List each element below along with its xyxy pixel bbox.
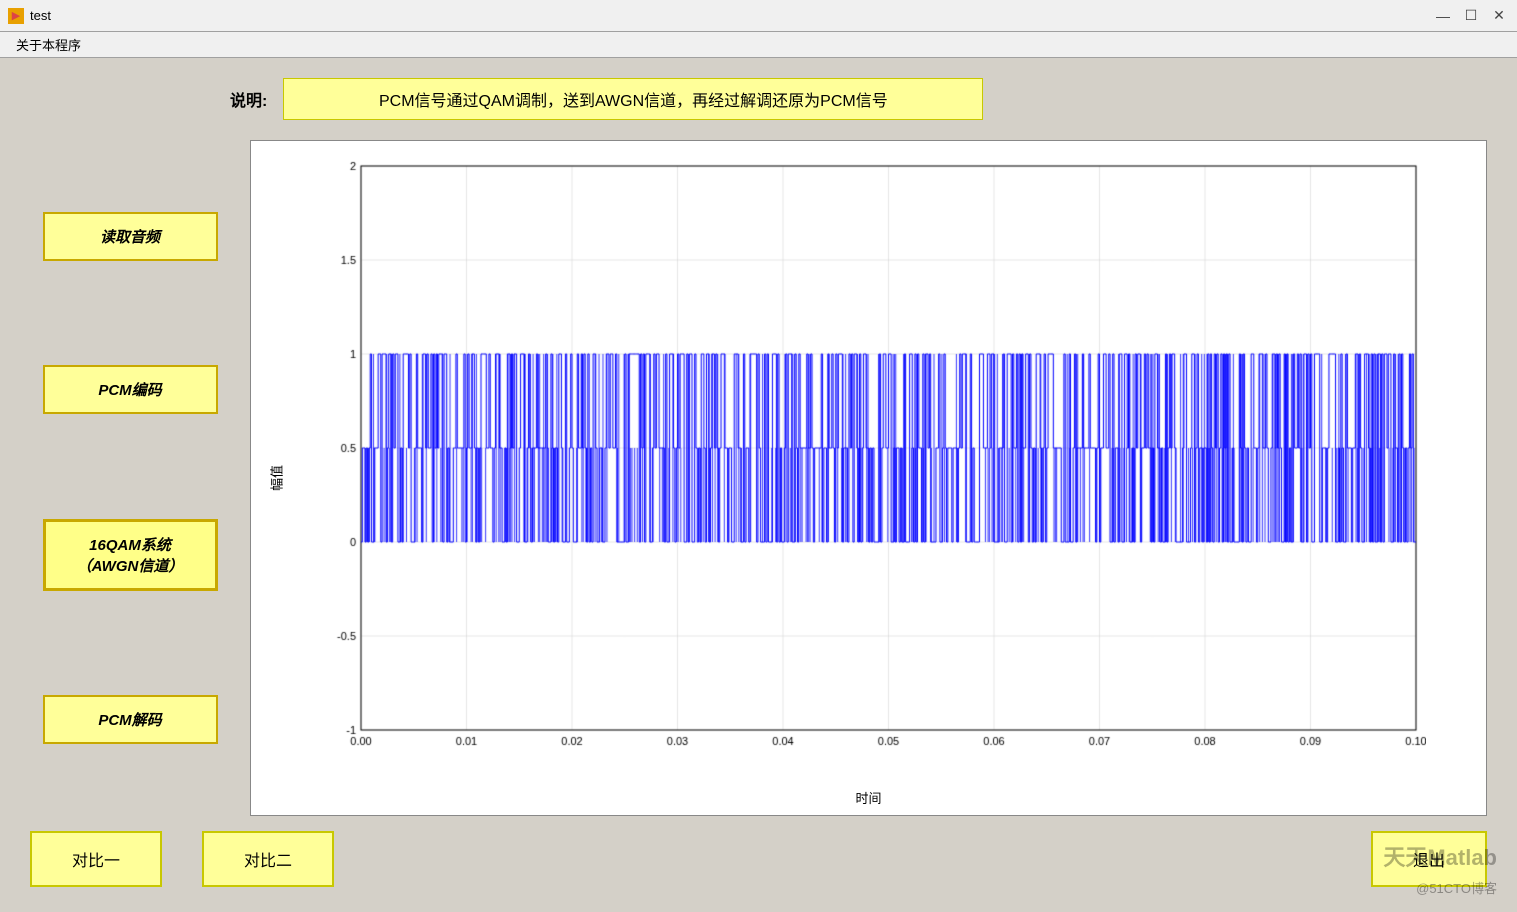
menu-bar: 关于本程序 <box>0 32 1517 58</box>
chart-area: 幅值 时间 <box>250 140 1487 816</box>
title-bar-controls: — ☐ ✕ <box>1433 6 1509 26</box>
maximize-button[interactable]: ☐ <box>1461 6 1481 26</box>
main-content: 说明: PCM信号通过QAM调制，送到AWGN信道，再经过解调还原为PCM信号 … <box>0 58 1517 912</box>
y-axis-label: 幅值 <box>267 465 286 491</box>
close-button[interactable]: ✕ <box>1489 6 1509 26</box>
description-text: PCM信号通过QAM调制，送到AWGN信道，再经过解调还原为PCM信号 <box>283 78 983 120</box>
title-bar-left: ▶ test <box>8 8 51 24</box>
qam16-button[interactable]: 16QAM系统（AWGN信道） <box>43 519 218 591</box>
pcm-decode-button[interactable]: PCM解码 <box>43 695 218 744</box>
description-label: 说明: <box>230 87 267 111</box>
menu-item-about[interactable]: 关于本程序 <box>8 33 89 56</box>
button-column: 读取音频 PCM编码 16QAM系统（AWGN信道） PCM解码 <box>30 140 230 816</box>
compare1-button[interactable]: 对比一 <box>30 831 162 887</box>
x-axis-label: 时间 <box>855 788 881 807</box>
app-icon: ▶ <box>8 8 24 24</box>
watermark2: @51CTO博客 <box>1416 878 1497 897</box>
title-bar: ▶ test — ☐ ✕ <box>0 0 1517 32</box>
chart-inner: 幅值 时间 <box>251 141 1486 815</box>
compare2-button[interactable]: 对比二 <box>202 831 334 887</box>
read-audio-button[interactable]: 读取音频 <box>43 212 218 261</box>
minimize-button[interactable]: — <box>1433 6 1453 26</box>
body-row: 读取音频 PCM编码 16QAM系统（AWGN信道） PCM解码 幅值 时间 <box>30 140 1487 816</box>
signal-chart <box>311 156 1426 765</box>
bottom-btn-group: 对比一 对比二 <box>30 831 334 887</box>
bottom-row: 对比一 对比二 退出 <box>30 816 1487 892</box>
description-row: 说明: PCM信号通过QAM调制，送到AWGN信道，再经过解调还原为PCM信号 <box>230 78 1487 120</box>
pcm-encode-button[interactable]: PCM编码 <box>43 365 218 414</box>
window-title: test <box>30 8 51 23</box>
